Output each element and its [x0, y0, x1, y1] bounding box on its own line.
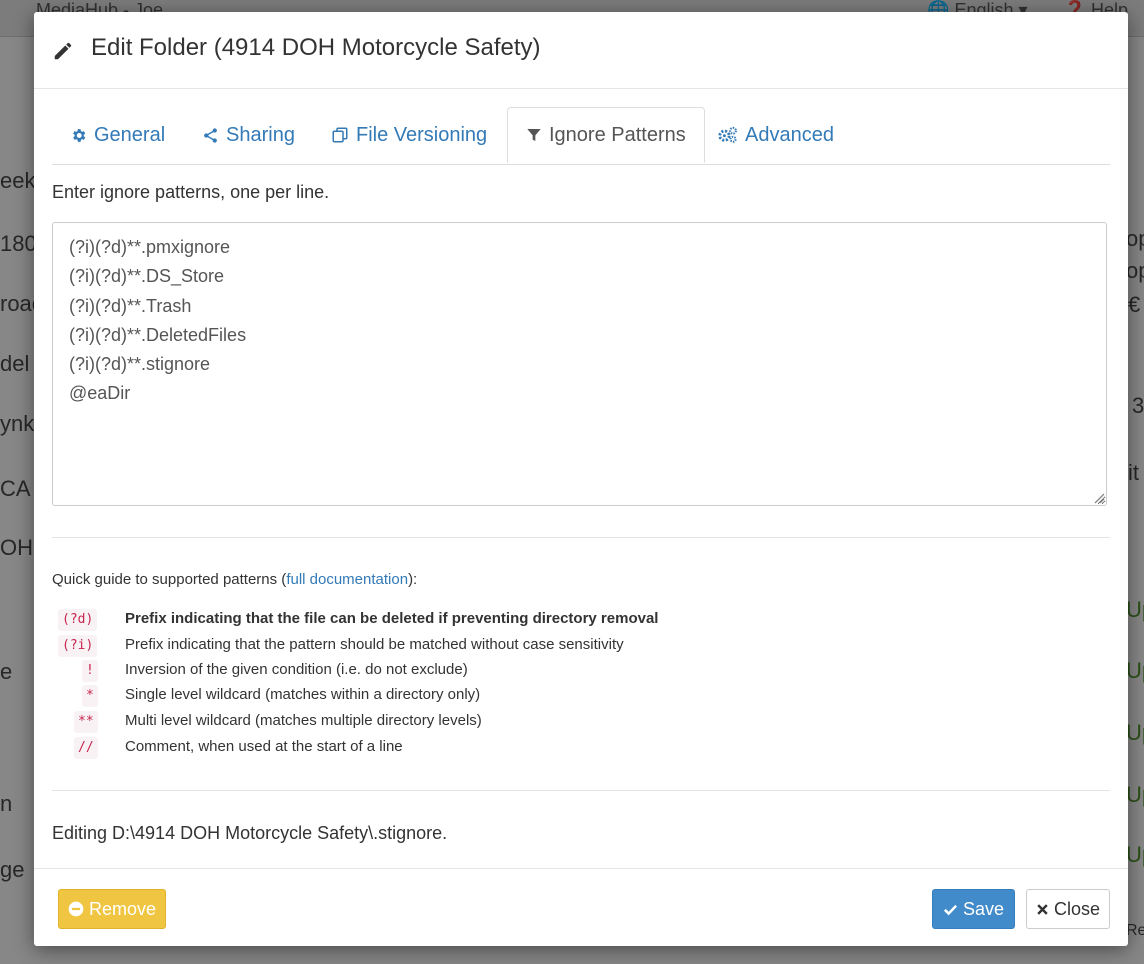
- guide-row: ** Multi level wildcard (matches multipl…: [34, 711, 1034, 735]
- tab-general[interactable]: General: [70, 107, 165, 163]
- guide-row: // Comment, when used at the start of a …: [34, 737, 1034, 761]
- edit-folder-modal: Edit Folder (4914 DOH Motorcycle Safety)…: [34, 12, 1128, 946]
- tab-label: Sharing: [226, 123, 295, 146]
- tab-label: General: [94, 123, 166, 146]
- pattern-code: (?i): [58, 635, 98, 657]
- guide-row: (?i) Prefix indicating that the pattern …: [34, 635, 1034, 659]
- ignore-patterns-instructions: Enter ignore patterns, one per line.: [52, 182, 330, 202]
- remove-button[interactable]: Remove: [58, 889, 166, 929]
- modal-header: Edit Folder (4914 DOH Motorcycle Safety): [34, 12, 1128, 89]
- divider: [52, 790, 1110, 791]
- tab-label: Advanced: [745, 123, 834, 146]
- filter-icon: [527, 129, 541, 141]
- pattern-code: !: [82, 660, 98, 682]
- pattern-description: Single level wildcard (matches within a …: [125, 686, 481, 703]
- gear-icon: [73, 128, 86, 142]
- tab-file-versioning[interactable]: File Versioning: [331, 107, 487, 163]
- guide-row: * Single level wildcard (matches within …: [34, 685, 1034, 709]
- ignore-patterns-textarea[interactable]: [52, 222, 1107, 506]
- save-button-label: Save: [962, 898, 1005, 919]
- close-button-label: Close: [1053, 898, 1101, 919]
- pattern-code: (?d): [58, 609, 98, 631]
- tab-advanced[interactable]: Advanced: [718, 107, 834, 163]
- pattern-description: Prefix indicating that the pattern shoul…: [125, 636, 624, 653]
- pattern-description: Comment, when used at the start of a lin…: [125, 738, 403, 755]
- pencil-icon: [54, 42, 72, 60]
- tab-label: File Versioning: [356, 123, 488, 146]
- divider: [52, 537, 1110, 538]
- quick-guide-title: Quick guide to supported patterns (full …: [52, 571, 418, 588]
- tab-sharing[interactable]: Sharing: [202, 107, 295, 163]
- pattern-description: Prefix indicating that the file can be d…: [125, 610, 659, 627]
- editing-file-path: Editing D:\4914 DOH Motorcycle Safety\.s…: [52, 823, 448, 843]
- check-icon: [943, 904, 958, 915]
- pattern-code: **: [74, 711, 98, 733]
- copy-icon: [332, 127, 348, 143]
- pattern-description: Multi level wildcard (matches multiple d…: [125, 712, 482, 729]
- pattern-description: Inversion of the given condition (i.e. d…: [125, 661, 468, 678]
- share-icon: [204, 127, 217, 143]
- minus-circle-icon: [68, 901, 84, 917]
- modal-footer: Remove Save Close: [34, 868, 1128, 946]
- tab-ignore-patterns[interactable]: Ignore Patterns: [507, 107, 705, 163]
- pattern-code: *: [82, 685, 98, 707]
- remove-button-label: Remove: [88, 898, 157, 919]
- pattern-code: //: [74, 737, 98, 759]
- close-icon: [1037, 903, 1048, 915]
- guide-row: ! Inversion of the given condition (i.e.…: [34, 660, 1034, 684]
- guide-row: (?d) Prefix indicating that the file can…: [34, 609, 1034, 633]
- tab-bar: General Sharing File Versioning Ignore P…: [52, 107, 1110, 165]
- full-documentation-link[interactable]: full documentation: [286, 571, 408, 588]
- gears-icon: [718, 126, 737, 143]
- close-button[interactable]: Close: [1026, 889, 1110, 929]
- modal-title: Edit Folder (4914 DOH Motorcycle Safety): [91, 34, 541, 61]
- tab-label: Ignore Patterns: [549, 123, 686, 146]
- save-button[interactable]: Save: [932, 889, 1015, 929]
